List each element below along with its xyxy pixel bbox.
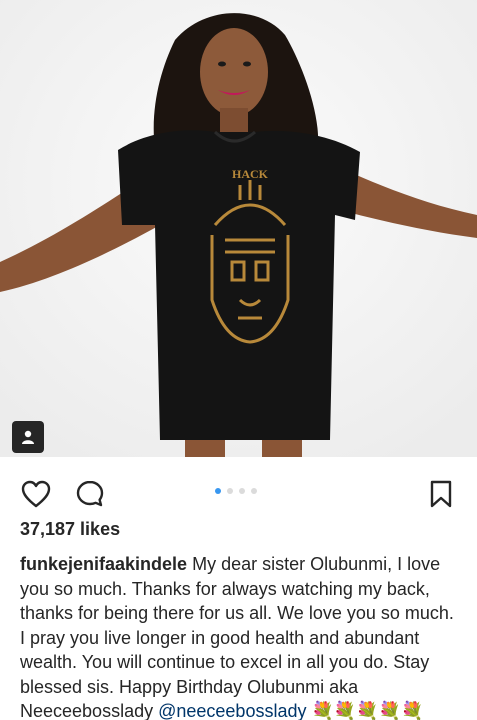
post-photo[interactable]: HACK — [0, 0, 477, 457]
person-tag-icon[interactable] — [12, 421, 44, 453]
caption-text: My dear sister Olubunmi, I love you so m… — [20, 554, 454, 720]
photo-illustration: HACK — [0, 0, 477, 457]
caption-mention[interactable]: @neeceebosslady — [158, 701, 306, 720]
likes-count[interactable]: 37,187 likes — [20, 519, 120, 540]
svg-text:HACK: HACK — [232, 167, 269, 181]
heart-icon[interactable] — [20, 478, 52, 510]
carousel-indicator — [215, 488, 257, 494]
carousel-dot — [239, 488, 245, 494]
carousel-dot-active — [215, 488, 221, 494]
bookmark-icon[interactable] — [425, 478, 457, 510]
carousel-dot — [251, 488, 257, 494]
comment-icon[interactable] — [74, 478, 106, 510]
post-action-bar — [0, 472, 477, 516]
carousel-dot — [227, 488, 233, 494]
caption-emojis: 💐💐💐💐💐 — [311, 701, 424, 720]
post-caption: funkejenifaakindele My dear sister Olubu… — [20, 552, 462, 720]
caption-username[interactable]: funkejenifaakindele — [20, 554, 187, 574]
